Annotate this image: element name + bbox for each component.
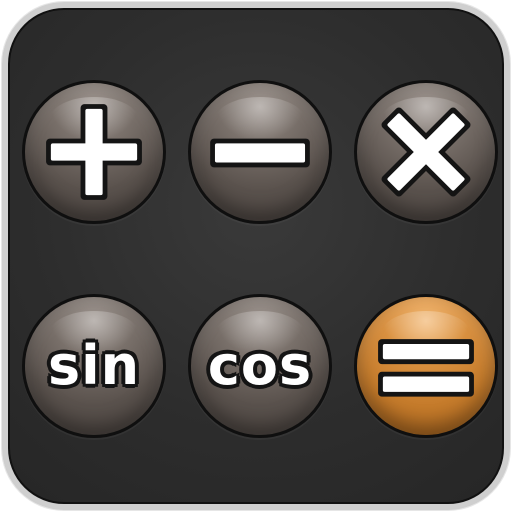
stage: sin cos: [0, 0, 512, 512]
cos-label: cos: [207, 334, 313, 397]
multiply-button[interactable]: [354, 80, 498, 224]
app-icon: sin cos: [2, 2, 510, 510]
equals-button[interactable]: [354, 294, 498, 438]
equals-icon: [357, 297, 495, 435]
plus-button[interactable]: [22, 80, 166, 224]
cos-button[interactable]: cos: [188, 294, 332, 438]
minus-button[interactable]: [188, 80, 332, 224]
multiply-icon: [357, 83, 495, 221]
sin-label: sin: [47, 334, 141, 397]
minus-icon: [191, 83, 329, 221]
plus-icon: [25, 83, 163, 221]
sin-button[interactable]: sin: [22, 294, 166, 438]
